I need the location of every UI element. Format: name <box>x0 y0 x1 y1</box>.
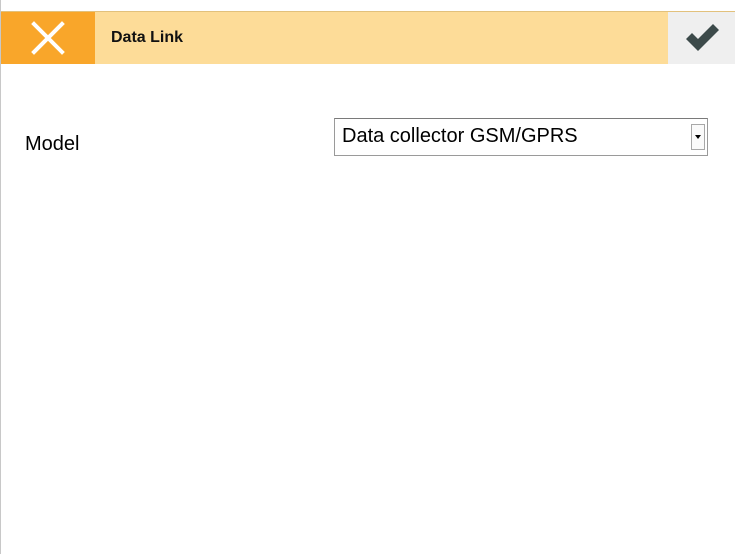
dropdown-arrow-button[interactable] <box>691 124 705 150</box>
chevron-down-icon <box>695 135 701 139</box>
model-select[interactable]: Data collector GSM/GPRS <box>334 118 708 156</box>
close-icon <box>31 21 65 55</box>
confirm-button[interactable] <box>668 12 735 64</box>
dialog-window: Data Link Model Data collector GSM/GPRS <box>0 0 735 554</box>
model-label: Model <box>25 133 80 155</box>
title-bar: Data Link <box>1 11 735 64</box>
close-button[interactable] <box>1 12 95 64</box>
dialog-title: Data Link <box>111 29 184 46</box>
model-select-value: Data collector GSM/GPRS <box>342 125 578 147</box>
checkmark-icon <box>686 24 719 51</box>
